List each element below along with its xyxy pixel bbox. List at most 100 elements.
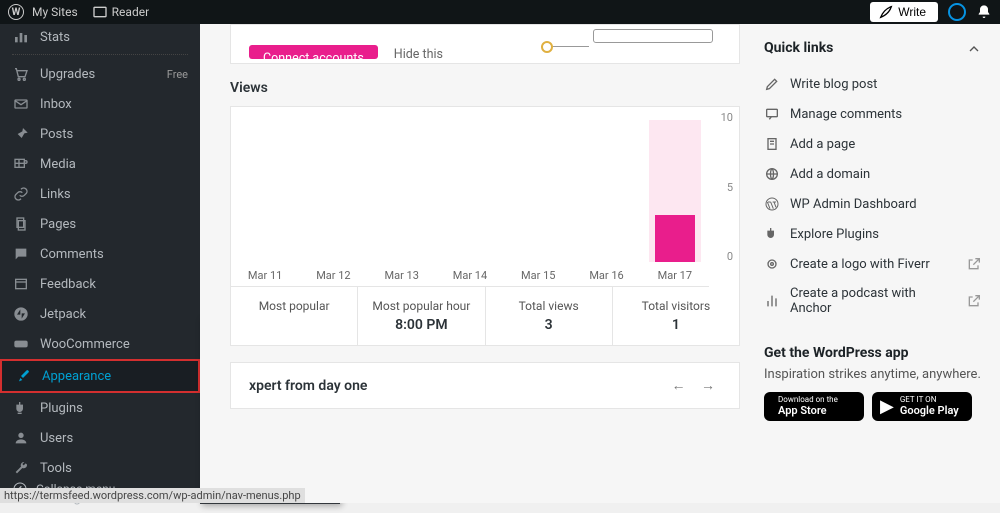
- quick-link-item[interactable]: Add a page: [764, 129, 982, 159]
- sidebar-item-plugins[interactable]: Plugins: [0, 393, 200, 423]
- chart-x-label: Mar 13: [368, 269, 436, 282]
- media-icon: [12, 156, 30, 172]
- sidebar-item-label: Feedback: [40, 277, 96, 292]
- chart-x-label: Mar 17: [641, 269, 709, 282]
- quick-link-label: Add a domain: [790, 167, 870, 182]
- sidebar-item-users[interactable]: Users: [0, 423, 200, 453]
- users-icon: [12, 430, 30, 446]
- stat-cell: Most popular hour 8:00 PM: [358, 287, 485, 345]
- logo-icon: [764, 256, 780, 272]
- brush-icon: [14, 368, 32, 384]
- sidebar-item-pages[interactable]: Pages: [0, 209, 200, 239]
- quick-link-label: Manage comments: [790, 107, 902, 122]
- sidebar-item-label: Comments: [40, 247, 104, 262]
- write-button-label: Write: [898, 5, 926, 19]
- sidebar-item-label: Pages: [40, 217, 76, 232]
- sidebar-item-upgrades[interactable]: Upgrades Free: [0, 59, 200, 89]
- write-button[interactable]: Write: [870, 2, 938, 22]
- link-icon: [12, 186, 30, 202]
- connect-accounts-button[interactable]: Connect accounts: [249, 45, 378, 59]
- chart-y-axis: 1050: [709, 107, 739, 287]
- sidebar-item-woocommerce[interactable]: WooCommerce: [0, 329, 200, 359]
- wrench-icon: [12, 460, 30, 476]
- hide-banner-link[interactable]: Hide this: [394, 47, 443, 59]
- views-heading: Views: [230, 80, 740, 96]
- quick-link-item[interactable]: Manage comments: [764, 99, 982, 129]
- chart-bar[interactable]: [299, 120, 367, 262]
- sidebar-item-links[interactable]: Links: [0, 179, 200, 209]
- reader-link[interactable]: Reader: [112, 5, 149, 19]
- quick-link-item[interactable]: Create a logo with Fiverr: [764, 249, 982, 279]
- comment-icon: [12, 246, 30, 262]
- globe-icon: [764, 166, 780, 182]
- quick-link-label: Explore Plugins: [790, 227, 879, 242]
- quick-link-item[interactable]: Write blog post: [764, 69, 982, 99]
- stats-summary-row: Most popularMost popular hour8:00 PMTota…: [231, 287, 739, 345]
- plugin-icon: [12, 400, 30, 416]
- reader-icon[interactable]: Reader: [92, 4, 149, 20]
- chart-bar[interactable]: [231, 120, 299, 262]
- admin-topbar: W My Sites Reader Write: [0, 0, 1000, 24]
- notifications-icon[interactable]: [976, 4, 992, 20]
- chart-x-label: Mar 14: [436, 269, 504, 282]
- quick-link-item[interactable]: WP Admin Dashboard: [764, 189, 982, 219]
- comment-icon: [764, 106, 780, 122]
- sidebar-item-label: Upgrades: [40, 67, 95, 82]
- appstore-big-text: App Store: [778, 404, 827, 417]
- sidebar-item-label: Stats: [40, 30, 70, 45]
- quick-link-label: Write blog post: [790, 77, 877, 92]
- my-sites-link[interactable]: My Sites: [32, 5, 78, 19]
- stat-label: Most popular hour: [362, 299, 480, 313]
- quick-links-heading: Quick links: [764, 40, 833, 56]
- chart-x-label: Mar 11: [231, 269, 299, 282]
- right-rail: Quick links Write blog post Manage commen…: [750, 24, 1000, 421]
- sidebar-item-label: Jetpack: [40, 307, 86, 322]
- carousel-arrows[interactable]: ← →: [672, 377, 721, 394]
- sidebar-item-label: Media: [40, 157, 76, 172]
- quill-icon: [878, 4, 894, 20]
- podcast-icon: [764, 293, 780, 309]
- wordpress-logo-icon[interactable]: W: [8, 4, 24, 20]
- quick-link-item[interactable]: Add a domain: [764, 159, 982, 189]
- sidebar-item-feedback[interactable]: Feedback: [0, 269, 200, 299]
- woocommerce-icon: [12, 336, 30, 352]
- chart-x-label: Mar 12: [299, 269, 367, 282]
- google-play-badge[interactable]: ▶ GET IT ONGoogle Play: [872, 392, 972, 421]
- chart-bar[interactable]: [368, 120, 436, 262]
- quick-link-item[interactable]: Explore Plugins: [764, 219, 982, 249]
- sidebar-item-media[interactable]: Media: [0, 149, 200, 179]
- avatar-icon[interactable]: [948, 3, 966, 21]
- stat-value: 8:00 PM: [362, 317, 480, 333]
- sidebar-item-posts[interactable]: Posts: [0, 119, 200, 149]
- sidebar-item-appearance[interactable]: Appearance: [0, 359, 200, 393]
- mail-icon: [12, 96, 30, 112]
- sidebar-item-comments[interactable]: Comments: [0, 239, 200, 269]
- jetpack-icon: [12, 306, 30, 322]
- upgrades-tier-badge: Free: [167, 68, 188, 81]
- chart-bar[interactable]: [572, 120, 640, 262]
- sidebar-item-label: Tools: [40, 461, 72, 476]
- sidebar-item-jetpack[interactable]: Jetpack: [0, 299, 200, 329]
- sidebar-item-stats[interactable]: Stats: [0, 22, 200, 52]
- play-small-text: GET IT ON: [900, 395, 937, 404]
- chart-bar[interactable]: [641, 120, 709, 262]
- quick-link-item[interactable]: Create a podcast with Anchor: [764, 279, 982, 323]
- banner-illustration: [541, 29, 721, 59]
- views-chart: Mar 11Mar 12Mar 13Mar 14Mar 15Mar 16Mar …: [231, 107, 709, 287]
- app-store-badge[interactable]: Download on theApp Store: [764, 392, 864, 421]
- admin-sidebar: Stats Upgrades Free Inbox Posts Media Li…: [0, 24, 200, 503]
- chart-bar[interactable]: [436, 120, 504, 262]
- views-card: Mar 11Mar 12Mar 13Mar 14Mar 15Mar 16Mar …: [230, 106, 740, 346]
- stat-cell: Total visitors1: [613, 287, 739, 345]
- sidebar-item-inbox[interactable]: Inbox: [0, 89, 200, 119]
- chart-y-tick: 10: [715, 111, 733, 124]
- page-icon: [764, 136, 780, 152]
- chevron-up-icon[interactable]: [966, 38, 982, 57]
- external-link-icon: [966, 256, 982, 272]
- sidebar-item-label: Inbox: [40, 97, 72, 112]
- external-link-icon: [966, 293, 982, 309]
- app-promo: Get the WordPress app Inspiration strike…: [764, 345, 982, 421]
- pencil-icon: [764, 76, 780, 92]
- stat-label: Total visitors: [617, 299, 735, 313]
- chart-bar[interactable]: [504, 120, 572, 262]
